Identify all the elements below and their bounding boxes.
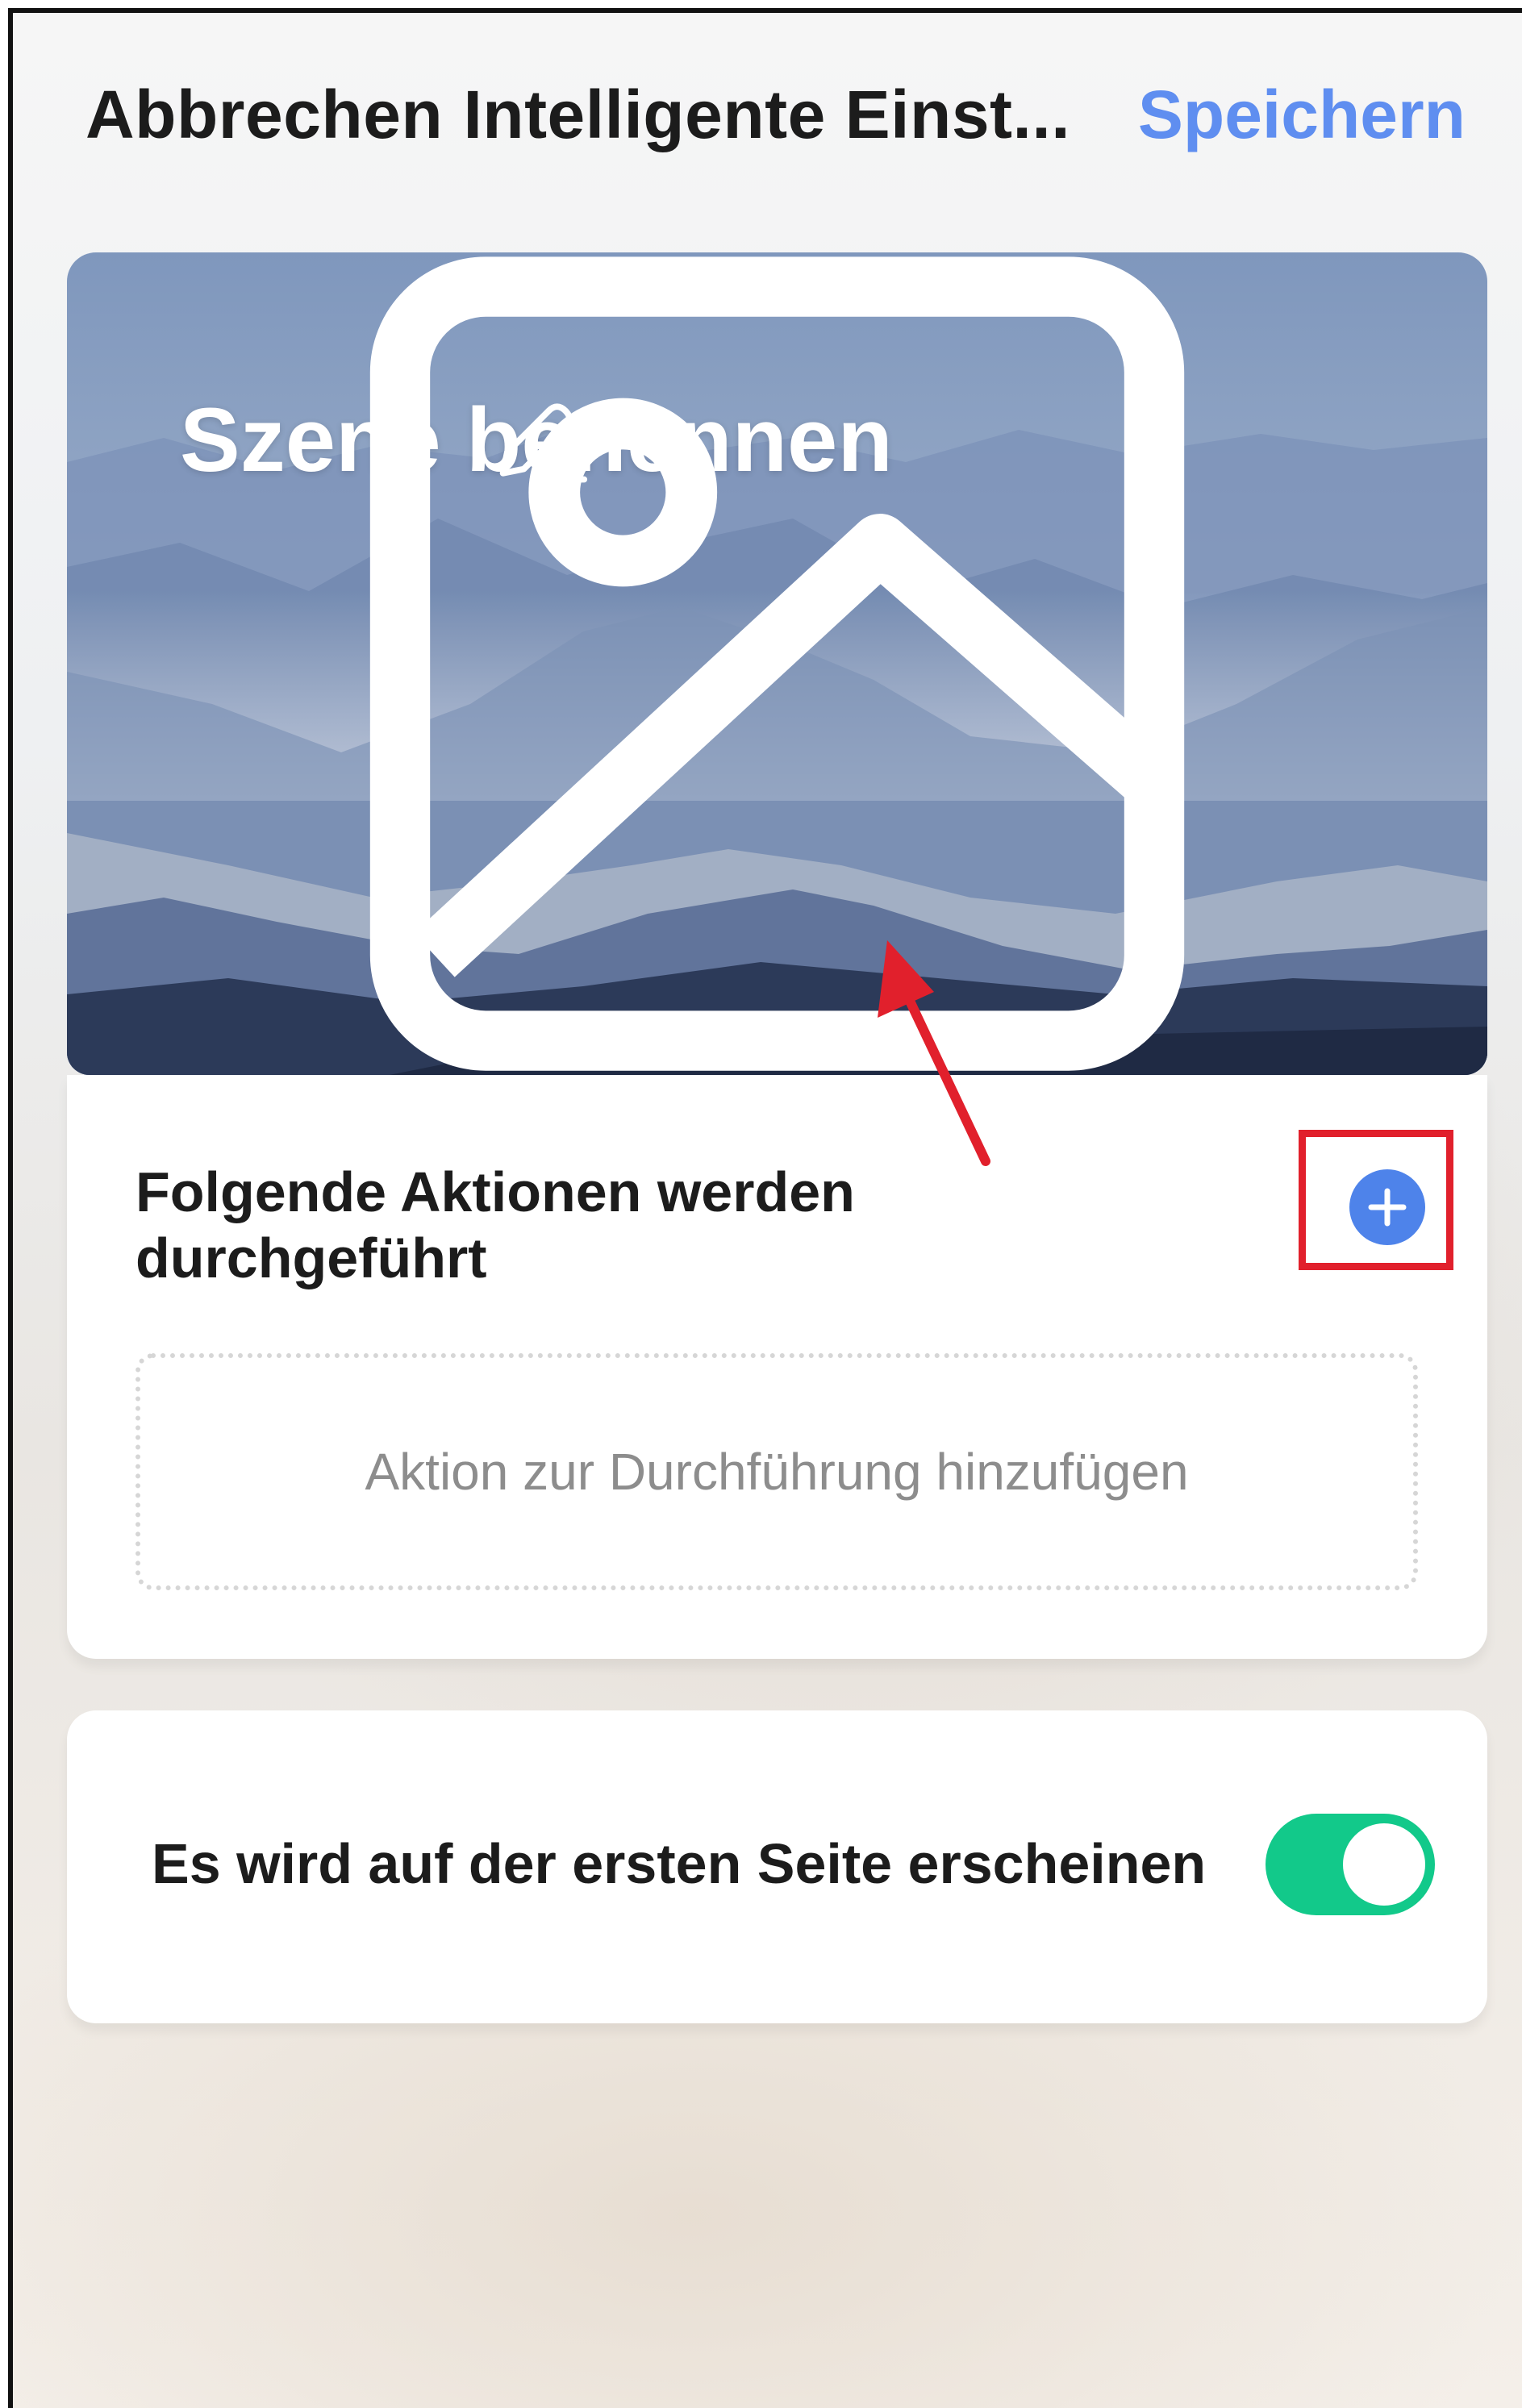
add-action-placeholder[interactable]: Aktion zur Durchführung hinzufügen — [136, 1353, 1418, 1590]
plus-circle-icon — [1368, 1188, 1407, 1227]
save-button[interactable]: Speichern — [1138, 76, 1466, 154]
image-icon[interactable] — [67, 252, 1487, 1075]
add-action-placeholder-text: Aktion zur Durchführung hinzufügen — [365, 1443, 1189, 1501]
actions-card: Folgende Aktionen werden durchgeführt Ak… — [67, 1075, 1487, 1659]
show-on-home-toggle[interactable] — [1266, 1814, 1435, 1915]
page-title: Intelligente Einst... — [463, 77, 1071, 152]
scene-cover-image: Szene benennen — [67, 252, 1487, 1075]
show-on-home-card: Es wird auf der ersten Seite erscheinen — [67, 1710, 1487, 2023]
header-left: Abbrechen Intelligente Einst... — [85, 76, 1070, 154]
cancel-button[interactable]: Abbrechen — [85, 76, 443, 154]
add-action-button[interactable] — [1349, 1169, 1425, 1245]
top-bar: Abbrechen Intelligente Einst... Speicher… — [13, 13, 1522, 215]
toggle-knob — [1343, 1823, 1425, 1906]
show-on-home-label: Es wird auf der ersten Seite erscheinen — [152, 1832, 1207, 1895]
actions-heading: Folgende Aktionen werden durchgeführt — [136, 1160, 855, 1289]
app-screen: Abbrechen Intelligente Einst... Speicher… — [8, 8, 1522, 2408]
